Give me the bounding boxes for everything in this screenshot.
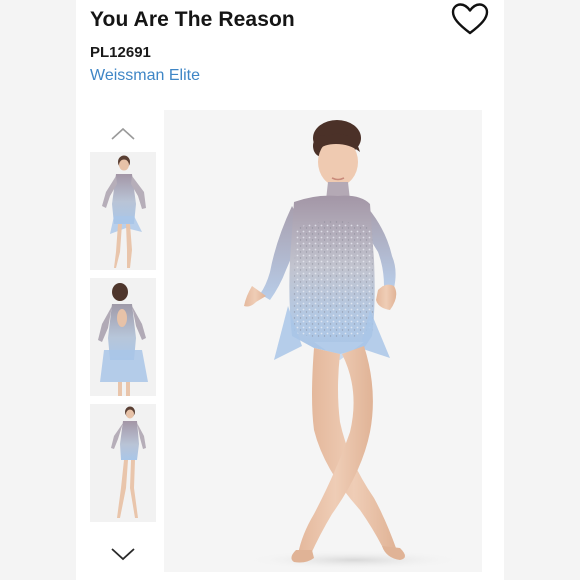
thumbnail-full-length-image [90, 404, 156, 522]
thumbnail-gallery [88, 120, 158, 580]
heart-outline-icon [451, 3, 489, 35]
gallery-next-button[interactable] [109, 544, 137, 564]
gallery-prev-button[interactable] [109, 124, 137, 144]
thumbnail-front-image [90, 152, 156, 270]
chevron-up-icon [111, 127, 135, 140]
thumbnail-back[interactable] [90, 278, 156, 396]
chevron-down-icon [111, 548, 135, 561]
favorite-button[interactable] [450, 2, 490, 36]
main-product-image[interactable] [164, 110, 482, 572]
brand-link[interactable]: Weissman Elite [90, 67, 200, 85]
thumbnail-full-length[interactable] [90, 404, 156, 522]
product-title: You Are The Reason [90, 8, 295, 31]
thumbnail-back-image [90, 278, 156, 396]
product-page: You Are The Reason PL12691 Weissman Elit… [76, 0, 504, 580]
product-sku: PL12691 [90, 44, 151, 61]
thumbnail-front[interactable] [90, 152, 156, 270]
dancer-costume-photo [164, 110, 482, 572]
